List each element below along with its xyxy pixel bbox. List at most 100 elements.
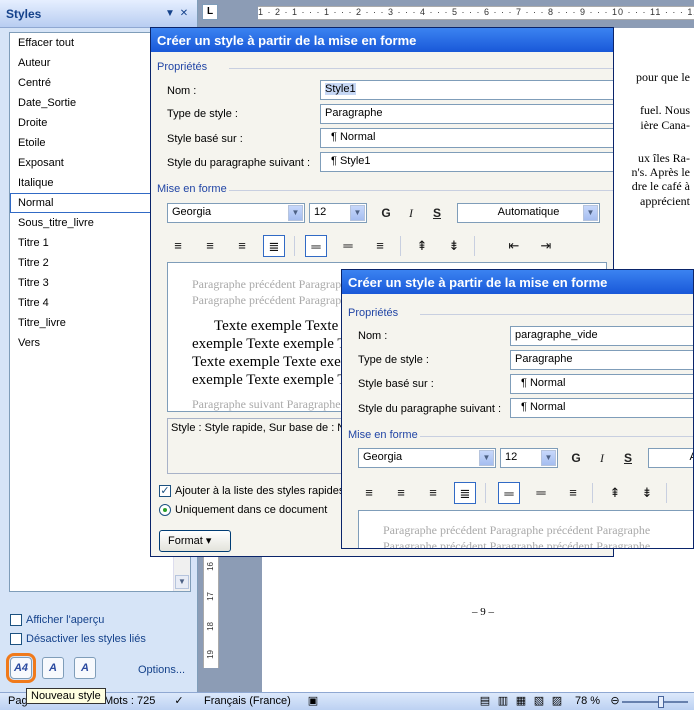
font-size-value: 12 bbox=[505, 451, 518, 463]
page-indicator[interactable]: Pag bbox=[8, 695, 28, 707]
based-on-label: Style basé sur : bbox=[358, 378, 434, 390]
font-color-select[interactable]: Au bbox=[648, 448, 693, 468]
checkbox-checked-icon[interactable] bbox=[159, 485, 171, 497]
web-layout-icon[interactable]: ▦ bbox=[514, 694, 528, 708]
style-preview: Paragraphe précédent Paragraphe précéden… bbox=[358, 510, 693, 548]
increase-spacing-before-icon[interactable]: ⇞ bbox=[604, 482, 626, 504]
scroll-down-icon[interactable]: ▼ bbox=[175, 575, 189, 589]
close-icon[interactable]: ✕ bbox=[177, 8, 191, 19]
align-left-icon[interactable]: ≡ bbox=[358, 482, 380, 504]
only-this-document-radio[interactable]: Uniquement dans ce document bbox=[159, 504, 327, 516]
tab-selector-icon[interactable]: L bbox=[202, 4, 218, 20]
manage-styles-button[interactable]: A bbox=[74, 657, 96, 679]
checkbox-icon[interactable] bbox=[10, 614, 22, 626]
name-label: Nom : bbox=[167, 85, 197, 97]
align-left-icon[interactable]: ≡ bbox=[167, 235, 189, 257]
next-style-select[interactable]: ¶ Style1 bbox=[320, 152, 613, 172]
increase-indent-icon[interactable]: ⇥ bbox=[535, 235, 557, 257]
properties-section-label: Propriétés bbox=[157, 61, 613, 73]
one-half-spacing-icon[interactable]: ═ bbox=[530, 482, 552, 504]
align-right-icon[interactable]: ≡ bbox=[231, 235, 253, 257]
font-color-select[interactable]: Automatique ▼ bbox=[457, 203, 600, 223]
proofing-icon[interactable]: ✓ bbox=[172, 694, 186, 708]
based-on-select[interactable]: ¶ Normal bbox=[510, 374, 693, 394]
align-right-icon[interactable]: ≡ bbox=[422, 482, 444, 504]
chevron-down-icon[interactable]: ▼ bbox=[288, 205, 303, 221]
zoom-slider[interactable] bbox=[622, 701, 688, 703]
decrease-indent-icon[interactable]: ⇤ bbox=[503, 235, 525, 257]
format-menu-button[interactable]: Format ▾ bbox=[159, 530, 231, 552]
style-type-select[interactable]: Paragraphe bbox=[320, 104, 613, 124]
doc-text-line: pour que le bbox=[636, 70, 690, 84]
doc-text-line: fuel. Nous bbox=[640, 103, 690, 117]
zoom-slider-thumb[interactable] bbox=[658, 696, 664, 708]
based-on-select[interactable]: ¶ Normal bbox=[320, 128, 613, 148]
style-inspector-button[interactable]: A bbox=[42, 657, 64, 679]
italic-button[interactable]: I bbox=[592, 448, 612, 468]
italic-button[interactable]: I bbox=[401, 203, 421, 223]
radio-selected-icon[interactable] bbox=[159, 504, 171, 516]
name-label: Nom : bbox=[358, 330, 388, 342]
justify-icon[interactable]: ≣ bbox=[454, 482, 476, 504]
style-type-select[interactable]: Paragraphe bbox=[510, 350, 693, 370]
print-layout-icon[interactable]: ▤ bbox=[478, 694, 492, 708]
toolbar-separator bbox=[474, 236, 475, 256]
one-half-spacing-icon[interactable]: ═ bbox=[337, 235, 359, 257]
single-spacing-icon[interactable]: ═ bbox=[498, 482, 520, 504]
doc-text-line: n's. Après le bbox=[631, 165, 691, 179]
preview-previous-paragraph: Paragraphe précédent Paragraphe précéden… bbox=[383, 523, 651, 537]
double-spacing-icon[interactable]: ≡ bbox=[562, 482, 584, 504]
font-size-select[interactable]: 12 ▼ bbox=[500, 448, 558, 468]
horizontal-ruler[interactable]: 1 · 2 · 1 · · · 1 · · · 2 · · · 3 · · · … bbox=[258, 6, 694, 20]
only-this-document-label: Uniquement dans ce document bbox=[175, 504, 328, 516]
full-screen-reading-icon[interactable]: ▥ bbox=[496, 694, 510, 708]
chevron-down-icon[interactable]: ▼ bbox=[541, 450, 556, 466]
next-style-label: Style du paragraphe suivant : bbox=[167, 157, 311, 169]
doc-text-line: ière Cana- bbox=[640, 118, 690, 132]
name-value: Style1 bbox=[325, 83, 356, 95]
font-size-select[interactable]: 12 ▼ bbox=[309, 203, 367, 223]
name-input[interactable]: Style1 bbox=[320, 80, 613, 100]
zoom-level[interactable]: 78 % bbox=[575, 695, 600, 707]
styles-pane-header: Styles ▼ ✕ bbox=[0, 0, 197, 28]
word-count[interactable]: Mots : 725 bbox=[104, 695, 155, 707]
chevron-down-icon[interactable]: ▼ bbox=[350, 205, 365, 221]
justify-icon[interactable]: ≣ bbox=[263, 235, 285, 257]
style-inspector-icon: A bbox=[49, 662, 57, 674]
language-indicator[interactable]: Français (France) bbox=[204, 695, 291, 707]
underline-button[interactable]: S bbox=[427, 203, 447, 223]
next-style-select[interactable]: ¶ Normal bbox=[510, 398, 693, 418]
chevron-down-icon[interactable]: ▼ bbox=[583, 205, 598, 221]
font-size-value: 12 bbox=[314, 206, 327, 218]
align-center-icon[interactable]: ≡ bbox=[199, 235, 221, 257]
single-spacing-icon[interactable]: ═ bbox=[305, 235, 327, 257]
pane-menu-icon[interactable]: ▼ bbox=[163, 8, 177, 19]
increase-spacing-before-icon[interactable]: ⇞ bbox=[411, 235, 433, 257]
new-style-button[interactable]: A4 bbox=[6, 653, 36, 683]
checkbox-icon[interactable] bbox=[10, 633, 22, 645]
font-select[interactable]: Georgia ▼ bbox=[358, 448, 496, 468]
align-center-icon[interactable]: ≡ bbox=[390, 482, 412, 504]
name-input[interactable]: paragraphe_vide bbox=[510, 326, 693, 346]
macro-record-icon[interactable]: ▣ bbox=[306, 694, 320, 708]
chevron-down-icon[interactable]: ▼ bbox=[479, 450, 494, 466]
font-value: Georgia bbox=[363, 451, 403, 463]
toolbar-separator bbox=[666, 483, 667, 503]
vruler-number: 16 bbox=[206, 562, 215, 571]
zoom-out-icon[interactable]: ⊖ bbox=[608, 694, 622, 708]
font-select[interactable]: Georgia ▼ bbox=[167, 203, 305, 223]
outline-view-icon[interactable]: ▧ bbox=[532, 694, 546, 708]
add-quick-styles-checkbox[interactable]: Ajouter à la liste des styles rapides bbox=[159, 485, 344, 497]
double-spacing-icon[interactable]: ≡ bbox=[369, 235, 391, 257]
bold-button[interactable]: G bbox=[566, 448, 586, 468]
show-preview-checkbox[interactable]: Afficher l'aperçu bbox=[10, 614, 104, 626]
decrease-spacing-before-icon[interactable]: ⇟ bbox=[636, 482, 658, 504]
decrease-spacing-before-icon[interactable]: ⇟ bbox=[443, 235, 465, 257]
bold-button[interactable]: G bbox=[376, 203, 396, 223]
draft-view-icon[interactable]: ▨ bbox=[550, 694, 564, 708]
vruler-number: 17 bbox=[206, 592, 215, 601]
disable-linked-styles-checkbox[interactable]: Désactiver les styles liés bbox=[10, 633, 146, 645]
doc-text-line: apprécient bbox=[640, 194, 690, 208]
options-link[interactable]: Options... bbox=[138, 664, 185, 676]
underline-button[interactable]: S bbox=[618, 448, 638, 468]
